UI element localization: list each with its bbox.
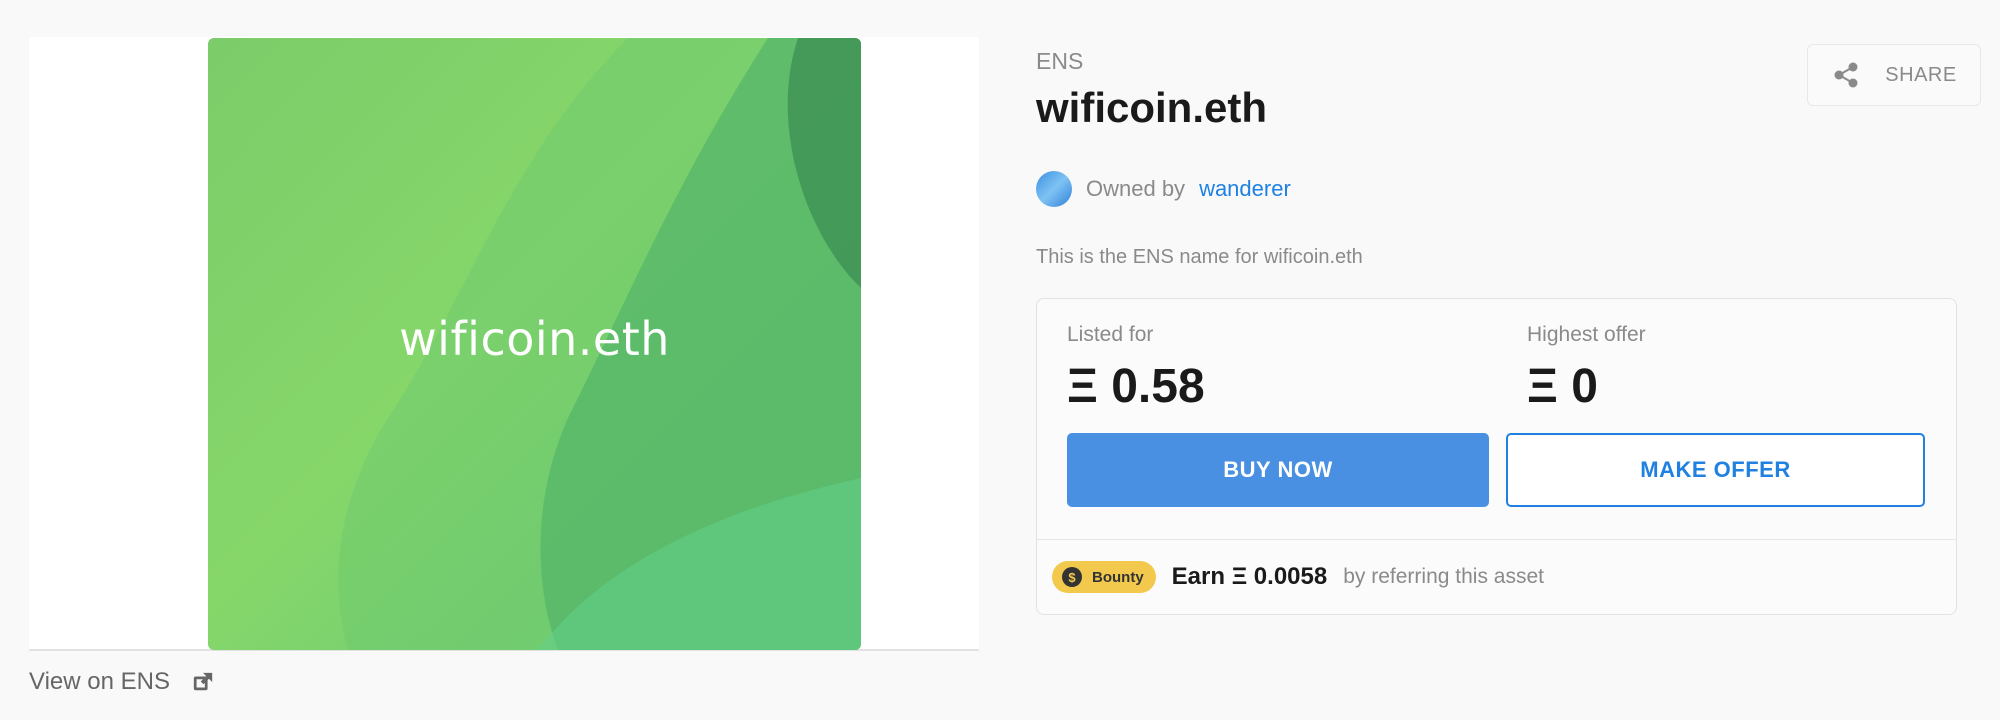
asset-image-label: wificoin.eth	[399, 312, 670, 366]
make-offer-button[interactable]: MAKE OFFER	[1506, 433, 1925, 507]
owner-link[interactable]: wanderer	[1199, 176, 1291, 202]
coin-icon: $	[1062, 567, 1082, 587]
owner-avatar[interactable]	[1036, 171, 1072, 207]
owner-row: Owned by wanderer	[1036, 171, 1291, 207]
highest-offer-price: Ξ 0	[1527, 360, 1598, 413]
owner-prefix: Owned by	[1086, 176, 1186, 201]
view-on-ens-label: View on ENS	[29, 668, 170, 695]
bounty-badge[interactable]: $ Bounty	[1052, 561, 1156, 593]
listed-price: Ξ 0.58	[1067, 360, 1205, 413]
view-on-ens-link[interactable]: View on ENS	[29, 668, 214, 696]
share-button[interactable]: SHARE	[1807, 44, 1981, 106]
share-icon	[1834, 62, 1858, 88]
external-link-icon	[193, 672, 213, 691]
trade-card: Listed for Ξ 0.58 Highest offer Ξ 0 BUY …	[1036, 298, 1957, 615]
asset-image-frame: wificoin.eth	[29, 37, 979, 651]
share-label: SHARE	[1885, 63, 1957, 86]
highest-offer-label: Highest offer	[1527, 323, 1646, 346]
bounty-badge-label: Bounty	[1092, 568, 1144, 586]
bounty-row: $ Bounty Earn Ξ 0.0058 by referring this…	[1052, 561, 1544, 593]
bounty-earn-amount: Earn Ξ 0.0058	[1171, 563, 1328, 590]
collection-name[interactable]: ENS	[1036, 48, 1083, 75]
asset-description: This is the ENS name for wificoin.eth	[1036, 246, 1363, 268]
buy-now-button[interactable]: BUY NOW	[1067, 433, 1489, 507]
card-divider	[1037, 539, 1956, 540]
asset-image[interactable]: wificoin.eth	[208, 38, 861, 650]
asset-title: wificoin.eth	[1036, 84, 1267, 131]
listed-for-label: Listed for	[1067, 323, 1154, 346]
bounty-earn-suffix: by referring this asset	[1343, 565, 1544, 588]
